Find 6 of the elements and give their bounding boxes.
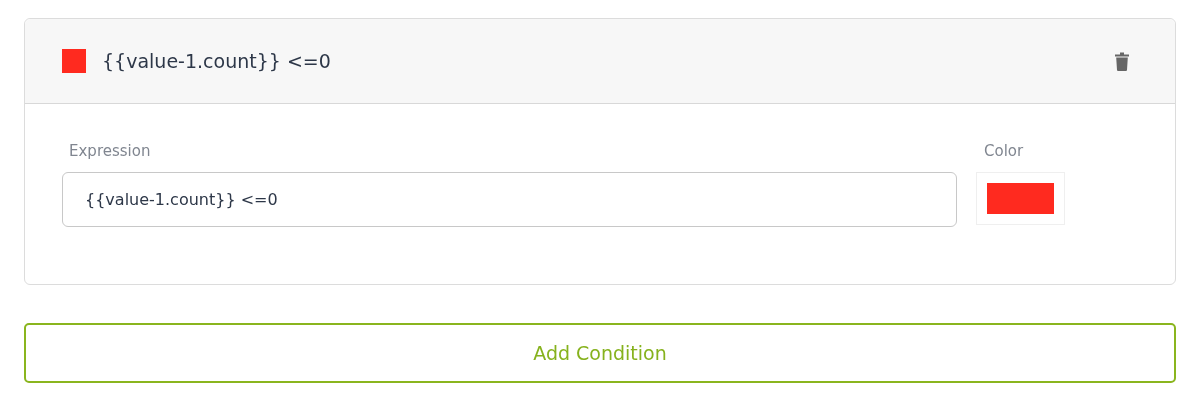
field-label: Color	[984, 142, 1025, 160]
trash-icon[interactable]	[1115, 51, 1129, 71]
field-label: Expression	[69, 142, 152, 160]
condition-title: {{value-1.count}} <=0	[102, 50, 332, 72]
color-picker[interactable]	[976, 172, 1065, 225]
expression-field[interactable]: {{value-1.count}} <=0	[62, 172, 957, 227]
